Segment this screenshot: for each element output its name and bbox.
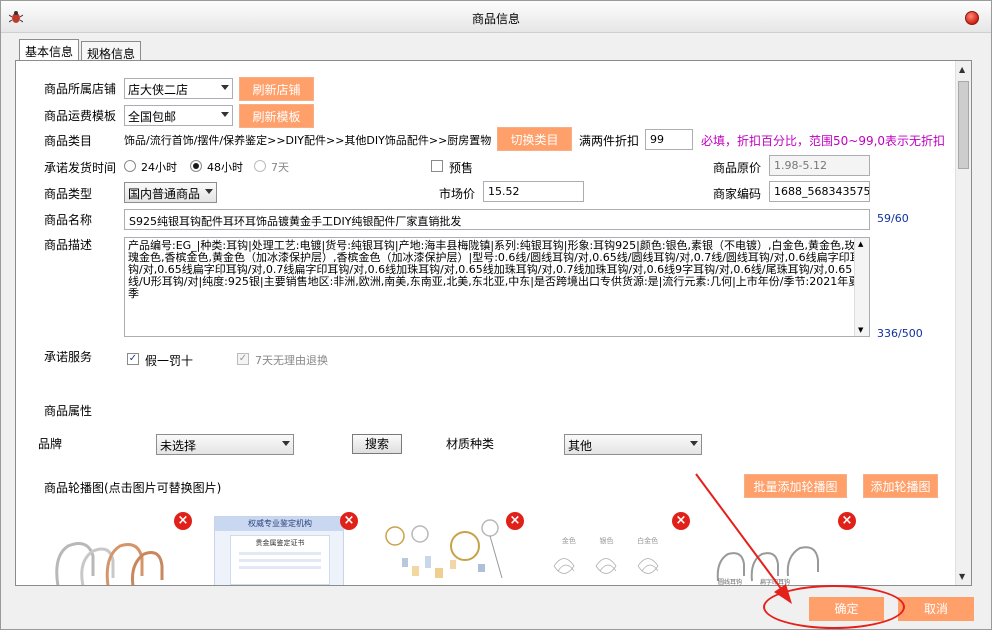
window-title: 商品信息 xyxy=(471,12,520,26)
name-counter: 59/60 xyxy=(877,212,909,225)
market-price-label: 市场价 xyxy=(439,187,476,201)
market-price-input[interactable]: 15.52 xyxy=(483,181,584,202)
brand-select[interactable]: 未选择 xyxy=(156,434,294,455)
name-input[interactable]: S925纯银耳钩配件耳环耳饰品镀黄金手工DIY纯银配件厂家直销批发 xyxy=(124,209,870,230)
chevron-down-icon xyxy=(282,441,290,446)
scroll-up-icon[interactable]: ▲ xyxy=(959,65,965,74)
description-counter: 336/500 xyxy=(877,327,923,340)
shipping-template-select[interactable]: 全国包邮 xyxy=(124,105,233,126)
product-type-value: 国内普通商品 xyxy=(128,187,201,201)
scroll-down-icon[interactable]: ▼ xyxy=(959,572,965,581)
material-select[interactable]: 其他 xyxy=(564,434,702,455)
product-info-dialog: 商品信息 基本信息 规格信息 商品所属店铺 店大侠二店 刷新店铺 商品运费模板 … xyxy=(0,0,992,630)
shop-select[interactable]: 店大侠二店 xyxy=(124,78,233,99)
delete-image-5-icon[interactable]: × xyxy=(838,512,856,530)
carousel-image-4[interactable]: 金色 银色 白金色 xyxy=(546,516,676,585)
add-carousel-button[interactable]: 添加轮播图 xyxy=(863,474,938,498)
switch-category-button[interactable]: 切换类目 xyxy=(497,127,572,151)
tab-pane: 商品所属店铺 店大侠二店 刷新店铺 商品运费模板 全国包邮 刷新模板 商品类目 … xyxy=(15,60,972,586)
refresh-template-button[interactable]: 刷新模板 xyxy=(239,104,314,128)
attributes-label: 商品属性 xyxy=(44,404,93,418)
brand-label: 品牌 xyxy=(38,437,63,451)
discount-label: 满两件折扣 xyxy=(579,134,640,148)
shipping-label: 商品运费模板 xyxy=(44,109,117,123)
certificate-heading: 权威专业鉴定机构 xyxy=(215,517,343,531)
original-price-input[interactable]: 1.98-5.12 xyxy=(769,155,870,176)
form-content: 商品所属店铺 店大侠二店 刷新店铺 商品运费模板 全国包邮 刷新模板 商品类目 … xyxy=(16,61,956,585)
chevron-down-icon xyxy=(221,85,229,90)
presale-label: 预售 xyxy=(449,161,474,175)
radio-48h[interactable] xyxy=(190,160,202,172)
merchant-code-label: 商家编码 xyxy=(713,187,762,201)
ship-time-label: 承诺发货时间 xyxy=(44,161,117,175)
delete-image-2-icon[interactable]: × xyxy=(340,512,358,530)
radio-48h-label: 48小时 xyxy=(207,161,243,174)
title-bar: 商品信息 xyxy=(1,1,991,33)
radio-24h-label: 24小时 xyxy=(141,161,177,174)
carousel-label: 商品轮播图(点击图片可替换图片) xyxy=(44,481,222,495)
certificate-title: 贵金属鉴定证书 xyxy=(255,539,305,547)
product-type-select[interactable]: 国内普通商品 xyxy=(124,182,217,203)
radio-7d-label: 7天 xyxy=(271,161,289,174)
description-textarea[interactable]: 产品编号:EG_|种类:耳钩|处理工艺:电镀|货号:纯银耳钩|产地:海丰县梅陇镇… xyxy=(124,237,870,337)
carousel-image-1[interactable] xyxy=(38,516,168,585)
category-label: 商品类目 xyxy=(44,134,93,148)
chevron-down-icon xyxy=(221,112,229,117)
carousel-image-3[interactable] xyxy=(380,516,510,585)
radio-24h[interactable] xyxy=(124,160,136,172)
fake-penalty-label: 假一罚十 xyxy=(145,354,194,368)
material-value: 其他 xyxy=(568,439,593,453)
delete-image-3-icon[interactable]: × xyxy=(506,512,524,530)
brand-value: 未选择 xyxy=(160,439,197,453)
fake-penalty-checkbox[interactable]: ✓ xyxy=(127,353,139,365)
return-7d-label: 7天无理由退换 xyxy=(255,354,328,367)
delete-image-4-icon[interactable]: × xyxy=(672,512,690,530)
cancel-button[interactable]: 取消 xyxy=(898,597,974,621)
close-button[interactable] xyxy=(965,11,979,25)
chevron-down-icon xyxy=(690,441,698,446)
shop-value: 店大侠二店 xyxy=(128,83,189,97)
return-7d-checkbox[interactable]: ✓ xyxy=(237,353,249,365)
scrollbar-thumb[interactable] xyxy=(958,81,969,169)
carousel-image-2[interactable]: 权威专业鉴定机构 贵金属鉴定证书 xyxy=(214,516,344,585)
presale-checkbox[interactable] xyxy=(431,160,443,172)
shop-label: 商品所属店铺 xyxy=(44,82,117,96)
original-price-label: 商品原价 xyxy=(713,161,762,175)
description-label: 商品描述 xyxy=(44,238,93,252)
description-scrollbar[interactable]: ▲ ▼ xyxy=(854,238,869,336)
brand-search-button[interactable]: 搜索 xyxy=(352,434,402,454)
discount-hint: 必填，折扣百分比，范围50~99,0表示无折扣 xyxy=(701,134,946,148)
scroll-up-icon[interactable]: ▲ xyxy=(858,240,863,248)
product-type-label: 商品类型 xyxy=(44,187,93,201)
refresh-shop-button[interactable]: 刷新店铺 xyxy=(239,77,314,101)
merchant-code-input[interactable]: 1688_56834357517 xyxy=(769,181,870,202)
category-path: 饰品/流行首饰/摆件/保养鉴定>>DIY配件>>其他DIY饰品配件>>厨房置物 xyxy=(124,134,492,147)
chevron-down-icon xyxy=(205,189,213,194)
name-label: 商品名称 xyxy=(44,213,93,227)
radio-7d[interactable] xyxy=(254,160,266,172)
tab-basic-info[interactable]: 基本信息 xyxy=(19,39,80,61)
shipping-value: 全国包邮 xyxy=(128,110,177,124)
annotation-circle xyxy=(763,585,905,629)
content-scrollbar[interactable]: ▲ ▼ xyxy=(955,61,971,585)
delete-image-1-icon[interactable]: × xyxy=(174,512,192,530)
discount-input[interactable]: 99 xyxy=(645,129,693,150)
scroll-down-icon[interactable]: ▼ xyxy=(858,326,863,334)
service-label: 承诺服务 xyxy=(44,350,93,364)
tab-spec-info[interactable]: 规格信息 xyxy=(81,41,142,61)
material-label: 材质种类 xyxy=(446,437,495,451)
